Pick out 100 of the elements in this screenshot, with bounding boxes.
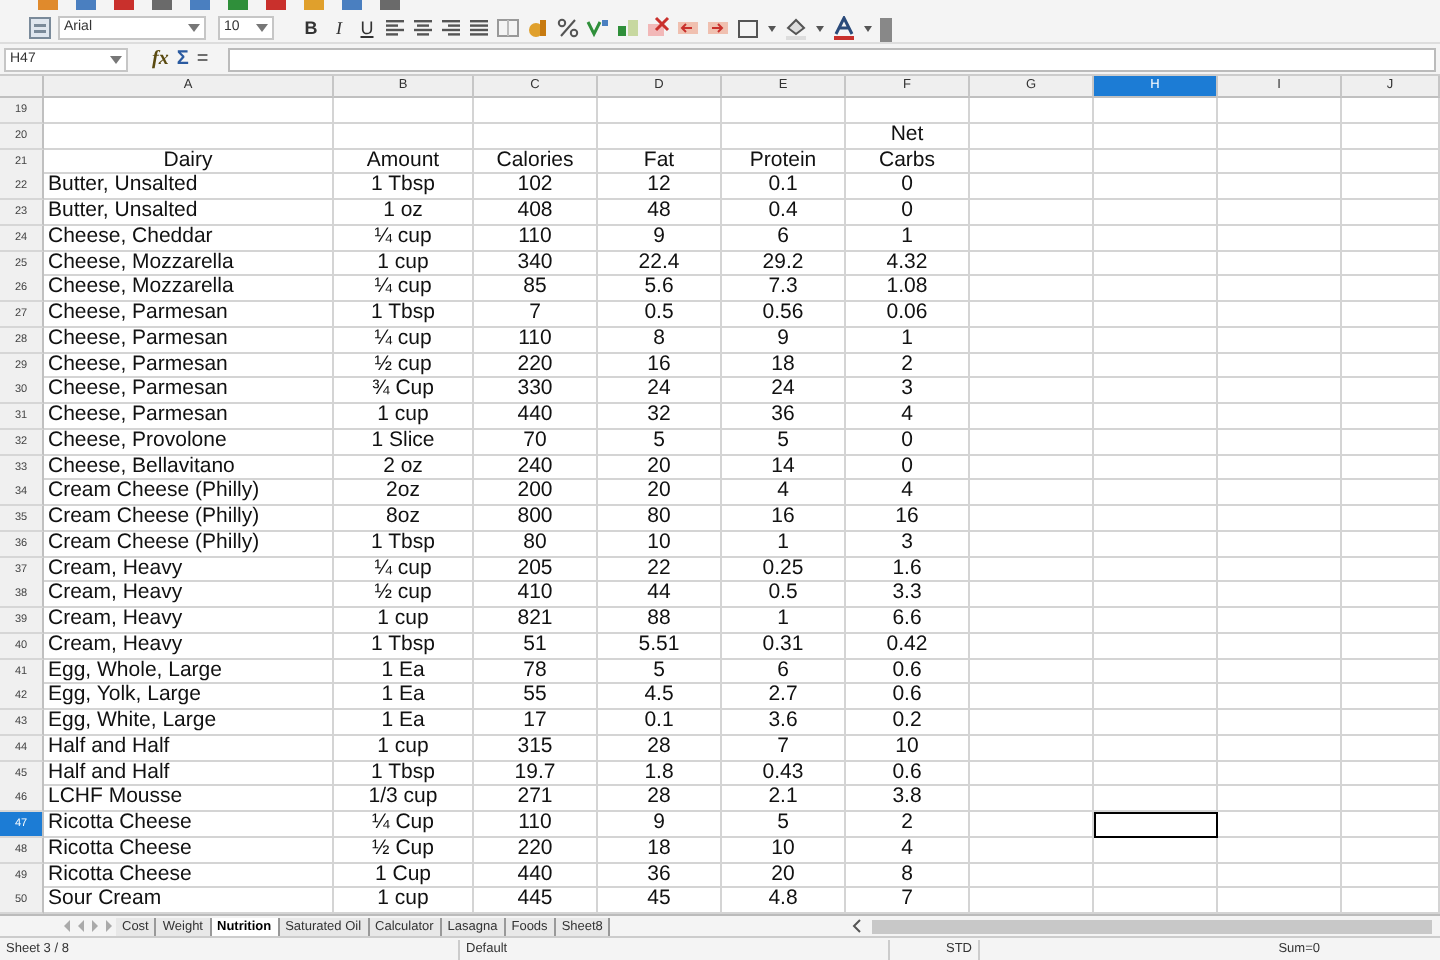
empty-cell[interactable] [1218, 531, 1342, 557]
justify-icon[interactable] [468, 15, 490, 39]
empty-cell[interactable] [1342, 863, 1440, 889]
empty-cell[interactable] [1218, 378, 1342, 404]
cell-cursor[interactable] [1094, 812, 1218, 838]
empty-cell[interactable] [1342, 251, 1440, 277]
empty-cell[interactable] [970, 353, 1094, 379]
align-center-icon[interactable] [412, 15, 434, 39]
empty-cell[interactable] [970, 174, 1094, 200]
empty-cell[interactable] [970, 455, 1094, 481]
empty-cell[interactable] [1094, 455, 1218, 481]
align-right-icon[interactable] [440, 15, 462, 39]
previous-sheet-icon[interactable] [74, 916, 88, 936]
empty-cell[interactable] [1218, 608, 1342, 634]
empty-cell[interactable] [970, 480, 1094, 506]
empty-cell[interactable] [1342, 429, 1440, 455]
empty-cell[interactable] [1218, 684, 1342, 710]
scroll-left-icon[interactable] [850, 916, 867, 936]
empty-cell[interactable] [1218, 98, 1342, 124]
empty-cell[interactable] [1218, 276, 1342, 302]
next-sheet-icon[interactable] [88, 916, 102, 936]
empty-cell[interactable] [1218, 200, 1342, 226]
empty-cell[interactable] [846, 98, 970, 124]
empty-cell[interactable] [1342, 200, 1440, 226]
empty-cell[interactable] [1094, 659, 1218, 685]
empty-cell[interactable] [1342, 786, 1440, 812]
empty-cell[interactable] [1218, 582, 1342, 608]
empty-cell[interactable] [970, 812, 1094, 838]
empty-cell[interactable] [1218, 251, 1342, 277]
empty-cell[interactable] [1342, 608, 1440, 634]
empty-cell[interactable] [1094, 531, 1218, 557]
merge-cells-icon[interactable] [496, 15, 520, 39]
empty-cell[interactable] [970, 149, 1094, 175]
percent-icon[interactable] [556, 15, 580, 39]
empty-cell[interactable] [1094, 684, 1218, 710]
select-all-corner[interactable] [0, 76, 44, 98]
formula-button[interactable]: = [196, 48, 209, 70]
empty-cell[interactable] [970, 225, 1094, 251]
empty-cell[interactable] [1342, 761, 1440, 787]
empty-cell[interactable] [1094, 735, 1218, 761]
sum-button[interactable]: Σ [176, 48, 189, 70]
empty-cell[interactable] [1218, 123, 1342, 149]
empty-cell[interactable] [1094, 761, 1218, 787]
delete-decimal-icon[interactable] [646, 15, 670, 39]
empty-cell[interactable] [1094, 302, 1218, 328]
empty-cell[interactable] [1342, 735, 1440, 761]
empty-cell[interactable] [970, 557, 1094, 583]
empty-cell[interactable] [1218, 480, 1342, 506]
empty-cell[interactable] [1342, 531, 1440, 557]
empty-cell[interactable] [1094, 837, 1218, 863]
empty-cell[interactable] [1342, 353, 1440, 379]
empty-cell[interactable] [970, 251, 1094, 277]
empty-cell[interactable] [722, 123, 846, 149]
empty-cell[interactable] [474, 98, 598, 124]
empty-cell[interactable] [334, 98, 474, 124]
empty-cell[interactable] [970, 98, 1094, 124]
empty-cell[interactable] [1342, 659, 1440, 685]
empty-cell[interactable] [1342, 276, 1440, 302]
align-left-icon[interactable] [384, 15, 406, 39]
empty-cell[interactable] [1218, 429, 1342, 455]
empty-cell[interactable] [1342, 98, 1440, 124]
empty-cell[interactable] [1342, 837, 1440, 863]
empty-cell[interactable] [1218, 837, 1342, 863]
empty-cell[interactable] [970, 429, 1094, 455]
empty-cell[interactable] [1342, 455, 1440, 481]
empty-cell[interactable] [1094, 404, 1218, 430]
empty-cell[interactable] [1342, 123, 1440, 149]
currency-icon[interactable] [526, 15, 550, 39]
empty-cell[interactable] [1218, 149, 1342, 175]
empty-cell[interactable] [970, 506, 1094, 532]
empty-cell[interactable] [1342, 812, 1440, 838]
empty-cell[interactable] [1218, 557, 1342, 583]
empty-cell[interactable] [1218, 353, 1342, 379]
empty-cell[interactable] [1218, 735, 1342, 761]
empty-cell[interactable] [970, 123, 1094, 149]
empty-cell[interactable] [1218, 506, 1342, 532]
toolbar-icon[interactable] [340, 0, 364, 10]
empty-cell[interactable] [1218, 761, 1342, 787]
empty-cell[interactable] [1094, 276, 1218, 302]
empty-cell[interactable] [1342, 480, 1440, 506]
empty-cell[interactable] [970, 659, 1094, 685]
empty-cell[interactable] [474, 123, 598, 149]
empty-cell[interactable] [970, 710, 1094, 736]
number-format-icon[interactable] [586, 15, 610, 39]
toolbar-icon[interactable] [150, 0, 174, 10]
toolbar-icon[interactable] [378, 0, 402, 10]
empty-cell[interactable] [970, 837, 1094, 863]
empty-cell[interactable] [1218, 174, 1342, 200]
empty-cell[interactable] [1342, 378, 1440, 404]
empty-cell[interactable] [1218, 786, 1342, 812]
empty-cell[interactable] [1094, 174, 1218, 200]
empty-cell[interactable] [970, 761, 1094, 787]
toolbar-icon[interactable] [74, 0, 98, 10]
background-color-icon[interactable] [784, 15, 808, 39]
empty-cell[interactable] [1094, 506, 1218, 532]
empty-cell[interactable] [1342, 302, 1440, 328]
empty-cell[interactable] [1218, 327, 1342, 353]
function-wizard-button[interactable]: fx [152, 48, 169, 70]
empty-cell[interactable] [1218, 863, 1342, 889]
empty-cell[interactable] [1094, 225, 1218, 251]
